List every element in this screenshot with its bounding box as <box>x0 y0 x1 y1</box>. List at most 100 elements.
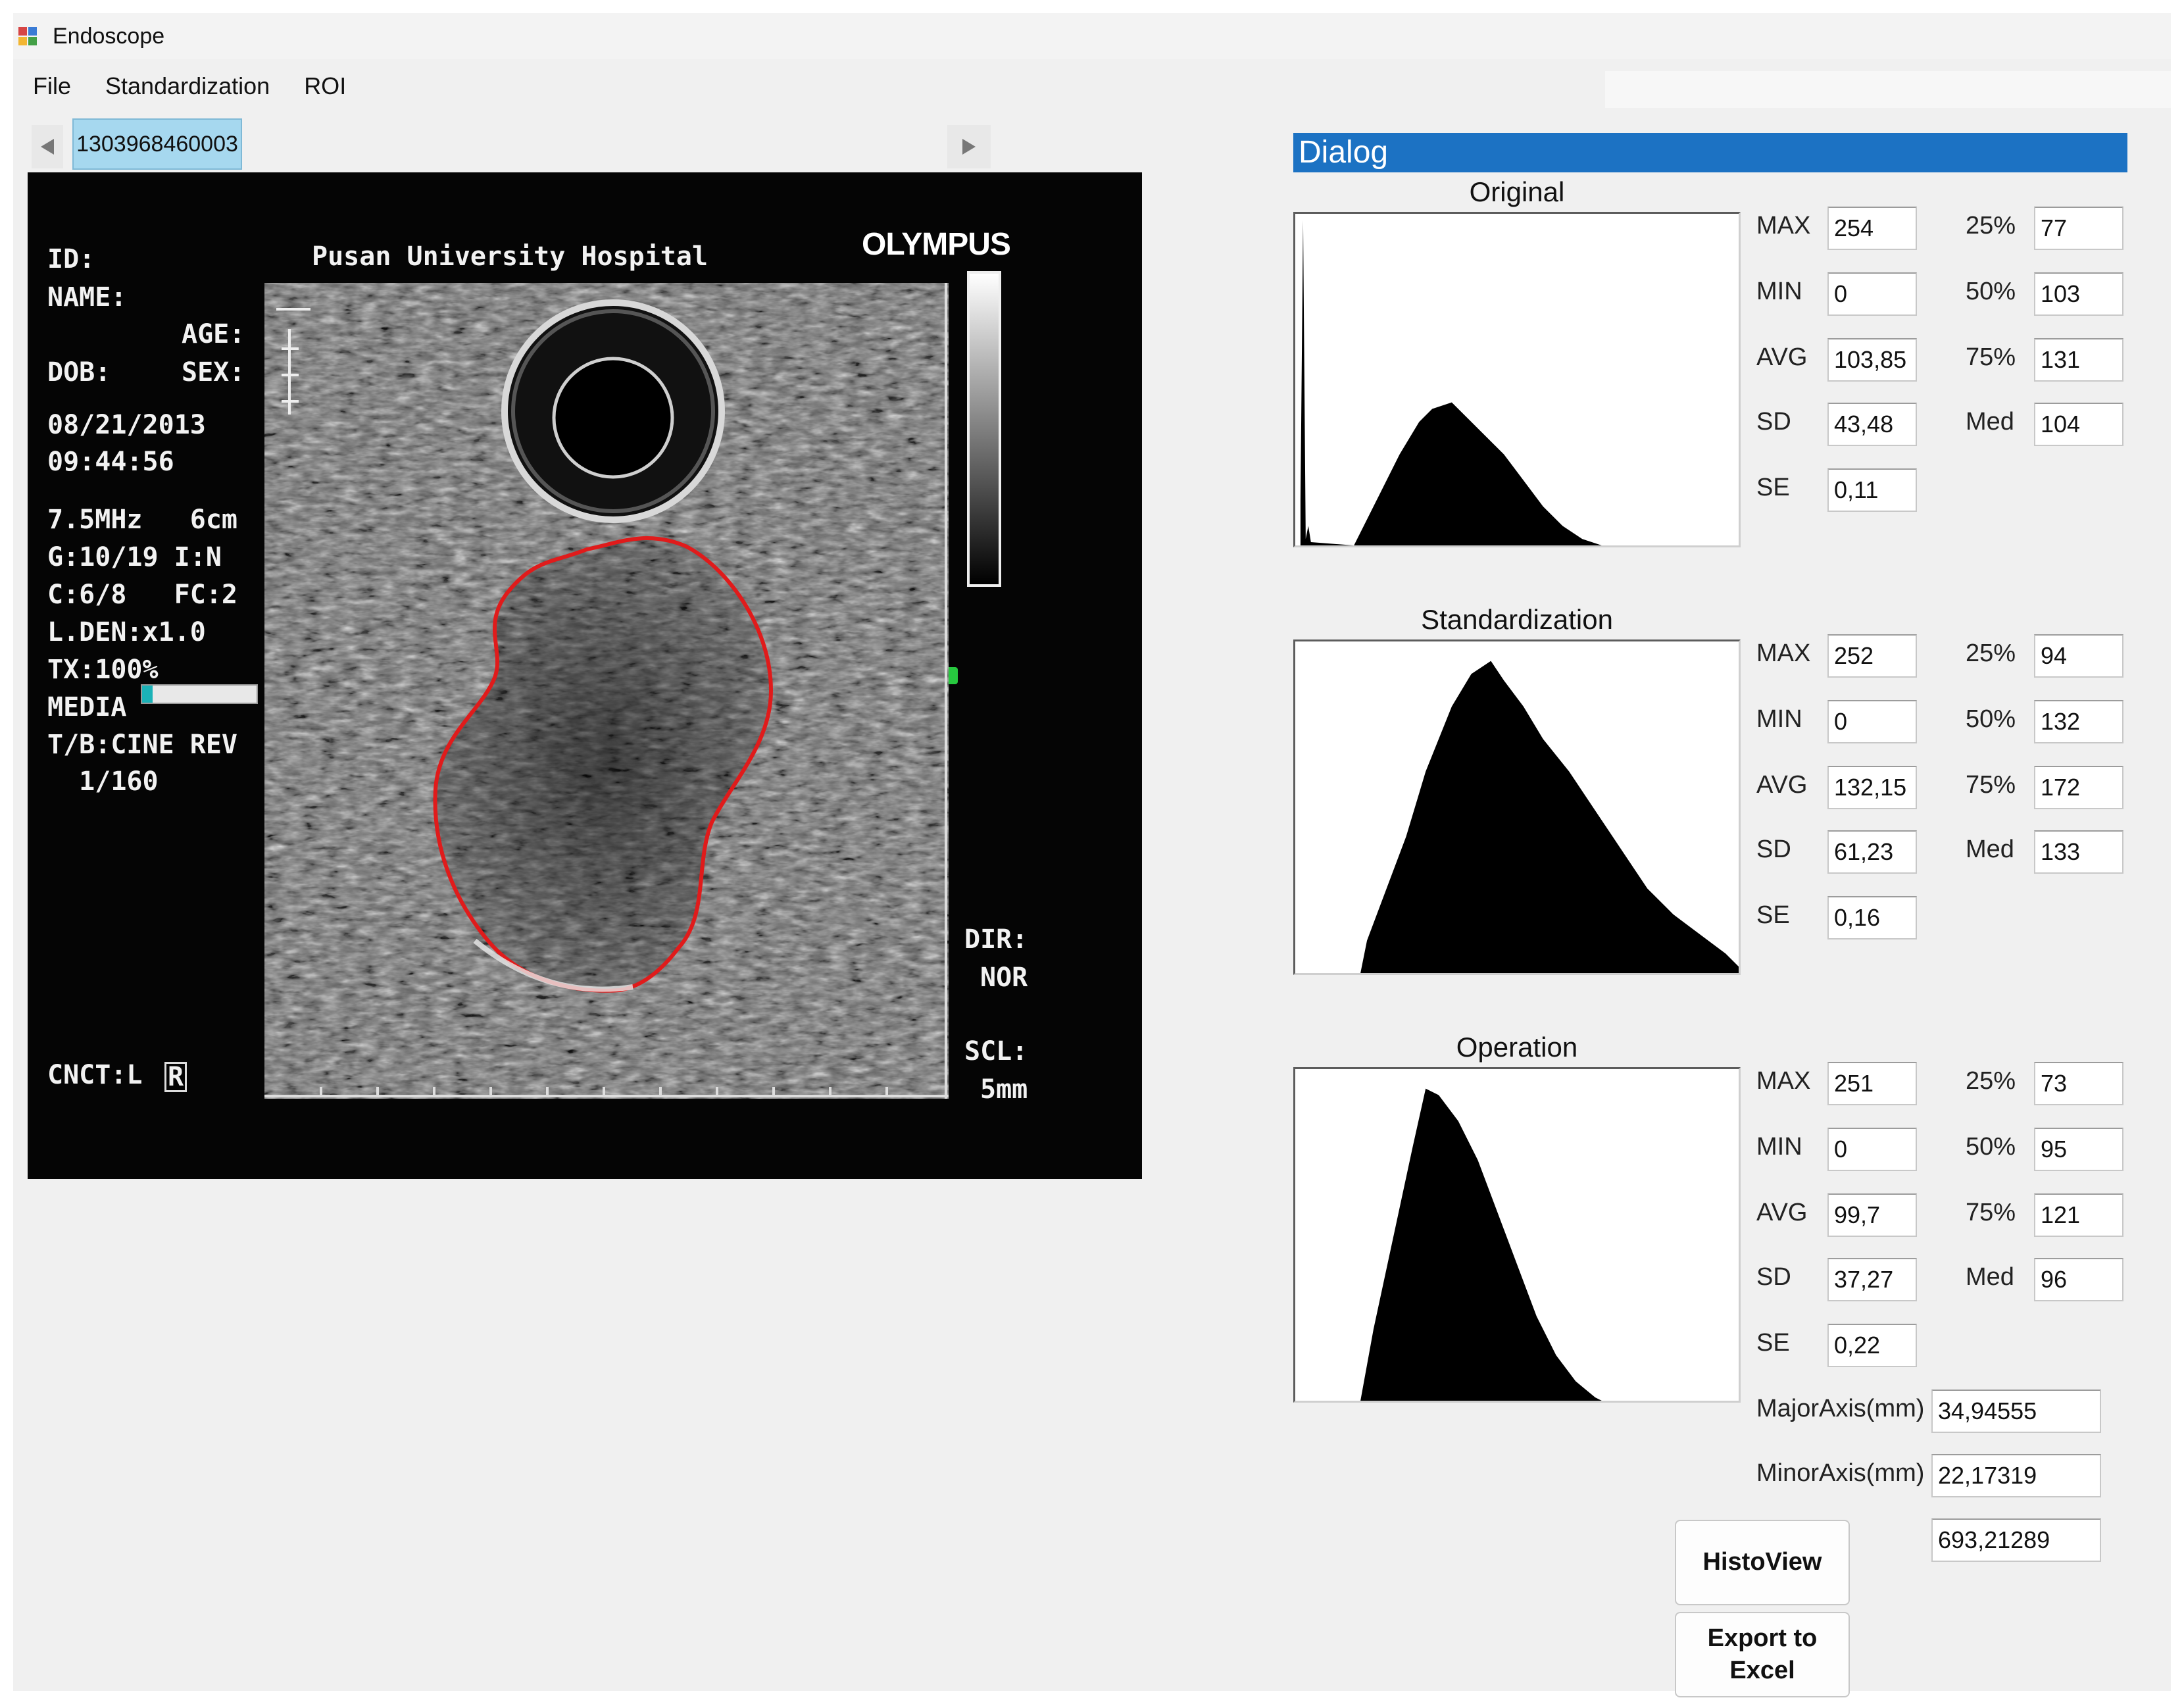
label-avg-operation: AVG <box>1756 1199 1808 1226</box>
histoview-button[interactable]: HistoView <box>1675 1520 1850 1605</box>
label-minor-axis: MinorAxis(mm) <box>1756 1459 1925 1487</box>
field-se-operation[interactable]: 0,22 <box>1827 1324 1917 1367</box>
label-med-operation: Med <box>1966 1263 2014 1291</box>
sex-label: SEX: <box>182 357 245 388</box>
ultrasound-scan-graphic <box>264 283 949 1099</box>
field-p50-original[interactable]: 103 <box>2034 272 2123 316</box>
label-se-original: SE <box>1756 474 1790 501</box>
app-icon <box>18 27 37 45</box>
field-min-operation[interactable]: 0 <box>1827 1128 1917 1171</box>
field-p50-standardization[interactable]: 132 <box>2034 700 2123 743</box>
label-se-operation: SE <box>1756 1329 1790 1357</box>
field-sd-standardization[interactable]: 61,23 <box>1827 830 1917 874</box>
label-p50-operation: 50% <box>1966 1133 2016 1161</box>
triangle-left-icon <box>41 139 54 155</box>
id-label: ID: <box>47 244 95 274</box>
field-min-original[interactable]: 0 <box>1827 272 1917 316</box>
label-avg-standardization: AVG <box>1756 771 1808 799</box>
param-frame: 1/160 <box>47 766 159 797</box>
export-excel-button[interactable]: Export to Excel <box>1675 1612 1850 1697</box>
hist-title-original: Original <box>1469 176 1565 207</box>
field-avg-original[interactable]: 103,85 <box>1827 338 1917 382</box>
param-tx: TX:100% <box>47 655 159 685</box>
field-med-standardization[interactable]: 133 <box>2034 830 2123 874</box>
label-major-axis: MajorAxis(mm) <box>1756 1395 1925 1422</box>
field-avg-operation[interactable]: 99,7 <box>1827 1193 1917 1237</box>
label-med-original: Med <box>1966 408 2014 436</box>
menu-roi[interactable]: ROI <box>304 72 346 100</box>
field-min-standardization[interactable]: 0 <box>1827 700 1917 743</box>
param-density: L.DEN:x1.0 <box>47 617 206 647</box>
tab-image[interactable]: 1303968460003 <box>72 118 242 170</box>
field-max-original[interactable]: 254 <box>1827 207 1917 250</box>
ultrasound-scan[interactable] <box>264 283 949 1099</box>
field-sd-original[interactable]: 43,48 <box>1827 403 1917 446</box>
field-p25-original[interactable]: 77 <box>2034 207 2123 250</box>
param-media: MEDIA <box>47 692 127 722</box>
menu-bar: File Standardization ROI <box>13 64 2171 108</box>
label-avg-original: AVG <box>1756 343 1808 371</box>
field-area[interactable]: 693,21289 <box>1931 1518 2101 1562</box>
cnct-label: CNCT:L <box>47 1060 143 1090</box>
field-p50-operation[interactable]: 95 <box>2034 1128 2123 1171</box>
menu-standardization[interactable]: Standardization <box>105 72 270 100</box>
label-p75-original: 75% <box>1966 343 2016 371</box>
label-min-original: MIN <box>1756 278 1802 305</box>
label-p25-standardization: 25% <box>1966 639 2016 667</box>
label-max-operation: MAX <box>1756 1067 1811 1095</box>
menu-right-panel <box>1605 71 2171 108</box>
label-max-standardization: MAX <box>1756 639 1811 667</box>
histogram-standardization-graphic <box>1360 661 1739 973</box>
field-minor-axis[interactable]: 22,17319 <box>1931 1454 2101 1497</box>
tab-scroll-right-button[interactable] <box>947 125 991 168</box>
label-se-standardization: SE <box>1756 901 1790 929</box>
menu-file[interactable]: File <box>33 72 71 100</box>
grayscale-bar <box>967 271 1001 587</box>
main-window: Endoscope File Standardization ROI 13039… <box>13 13 2171 1697</box>
field-p25-operation[interactable]: 73 <box>2034 1062 2123 1105</box>
field-med-original[interactable]: 104 <box>2034 403 2123 446</box>
field-se-standardization[interactable]: 0,16 <box>1827 896 1917 940</box>
label-p75-standardization: 75% <box>1966 771 2016 799</box>
label-p25-operation: 25% <box>1966 1067 2016 1095</box>
title-bar: Endoscope <box>13 13 2171 59</box>
label-sd-operation: SD <box>1756 1263 1791 1291</box>
cnct-r-marker: R <box>164 1062 187 1092</box>
field-max-standardization[interactable]: 252 <box>1827 634 1917 678</box>
histogram-original-graphic <box>1300 220 1602 545</box>
scl-label: SCL: <box>964 1036 1028 1066</box>
hist-title-operation: Operation <box>1456 1032 1578 1063</box>
field-se-original[interactable]: 0,11 <box>1827 468 1917 512</box>
dir-value: NOR <box>980 963 1028 993</box>
dialog-title: Dialog <box>1293 133 2127 172</box>
olympus-logo: OLYMPUS <box>862 227 1011 262</box>
label-min-operation: MIN <box>1756 1133 1802 1161</box>
histogram-operation-graphic <box>1360 1088 1602 1401</box>
field-sd-operation[interactable]: 37,27 <box>1827 1258 1917 1301</box>
scl-value: 5mm <box>980 1074 1028 1105</box>
field-p75-standardization[interactable]: 172 <box>2034 766 2123 809</box>
exam-time: 09:44:56 <box>47 447 174 477</box>
dob-label: DOB: <box>47 357 111 388</box>
field-p75-operation[interactable]: 121 <box>2034 1193 2123 1237</box>
field-p75-original[interactable]: 131 <box>2034 338 2123 382</box>
label-sd-original: SD <box>1756 408 1791 436</box>
field-med-operation[interactable]: 96 <box>2034 1258 2123 1301</box>
hospital-name: Pusan University Hospital <box>312 241 708 272</box>
age-label: AGE: <box>182 319 245 349</box>
param-frequency: 7.5MHz 6cm <box>47 505 237 535</box>
ultrasound-image[interactable]: ID: NAME: AGE: DOB: SEX: Pusan Universit… <box>28 172 1142 1179</box>
exam-date: 08/21/2013 <box>47 410 206 440</box>
field-p25-standardization[interactable]: 94 <box>2034 634 2123 678</box>
media-level-fill <box>142 686 153 703</box>
field-major-axis[interactable]: 34,94555 <box>1931 1390 2101 1433</box>
histogram-standardization <box>1293 639 1741 975</box>
dir-label: DIR: <box>964 924 1028 955</box>
tab-scroll-left-button[interactable] <box>32 125 63 168</box>
param-tb: T/B:CINE REV <box>47 730 237 760</box>
triangle-right-icon <box>962 139 976 155</box>
field-max-operation[interactable]: 251 <box>1827 1062 1917 1105</box>
field-avg-standardization[interactable]: 132,15 <box>1827 766 1917 809</box>
param-contrast: C:6/8 FC:2 <box>47 580 237 610</box>
label-p75-operation: 75% <box>1966 1199 2016 1226</box>
